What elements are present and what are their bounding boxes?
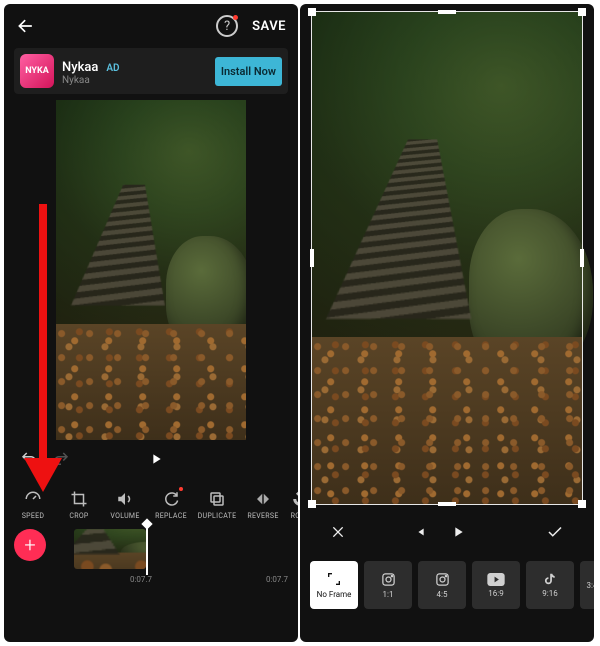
replace-icon: [161, 489, 181, 509]
redo-icon[interactable]: [52, 450, 70, 468]
youtube-icon: [487, 573, 505, 586]
undo-icon[interactable]: [20, 450, 38, 468]
ratio-label: 4:5: [437, 590, 448, 599]
ad-tag: AD: [106, 63, 119, 74]
ratio-label: 1:1: [383, 590, 394, 599]
ratio-3-4[interactable]: 3:4: [580, 561, 594, 609]
save-button[interactable]: SAVE: [252, 19, 286, 34]
ratio-label: No Frame: [317, 590, 352, 599]
close-icon[interactable]: [318, 524, 358, 540]
ad-banner[interactable]: NYKA Nykaa AD Nykaa Install Now: [14, 48, 288, 94]
tool-reverse[interactable]: REVERSE: [240, 489, 286, 520]
volume-icon: [115, 489, 135, 509]
expand-icon: [326, 571, 342, 587]
ratio-noframe[interactable]: No Frame: [310, 561, 358, 609]
help-icon[interactable]: ?: [216, 15, 238, 37]
tool-label: REVERSE: [247, 512, 278, 520]
instagram-icon: [381, 572, 396, 587]
play-icon[interactable]: [438, 524, 478, 540]
timeline-clip[interactable]: [74, 529, 146, 569]
tool-replace[interactable]: REPLACE: [148, 489, 194, 520]
prev-frame-icon[interactable]: [400, 525, 438, 539]
crop-controls: [300, 512, 594, 552]
timeline[interactable]: + 0:07.7 0:07.7: [4, 523, 298, 587]
ad-text: Nykaa AD Nykaa: [54, 56, 215, 86]
crop-handle-l[interactable]: [310, 249, 314, 267]
crop-handle-bl[interactable]: [308, 500, 316, 508]
play-icon[interactable]: [148, 451, 164, 467]
speedometer-icon: [23, 489, 43, 509]
tool-label: CROP: [69, 512, 88, 520]
crop-stage[interactable]: [312, 12, 582, 504]
ratio-label: 16:9: [488, 589, 503, 598]
tool-label: SPEED: [22, 512, 45, 520]
aspect-ratio-strip: No Frame 1:1 4:5 16:9 9:16 3:4: [300, 552, 594, 618]
tool-strip: SPEED CROP VOLUME REPLACE DUPLICATE REVE…: [4, 472, 298, 520]
tool-speed[interactable]: SPEED: [10, 489, 56, 520]
tool-label: REPLACE: [155, 512, 187, 520]
tool-crop[interactable]: CROP: [56, 489, 102, 520]
add-clip-button[interactable]: +: [14, 529, 46, 561]
ad-subtitle: Nykaa: [62, 75, 215, 86]
top-bar: ? SAVE: [4, 4, 298, 48]
confirm-icon[interactable]: [534, 523, 576, 541]
back-icon[interactable]: [16, 16, 36, 36]
ratio-9-16[interactable]: 9:16: [526, 561, 574, 609]
playback-row: [4, 440, 298, 472]
ratio-label: 9:16: [542, 589, 557, 598]
tool-duplicate[interactable]: DUPLICATE: [194, 489, 240, 520]
crop-handle-b[interactable]: [438, 502, 456, 506]
tool-rotate[interactable]: ROTA: [286, 489, 298, 520]
crop-icon: [69, 489, 89, 509]
timecode: 0:07.7: [130, 575, 152, 584]
reverse-icon: [253, 489, 273, 509]
rotate-icon: [290, 489, 298, 509]
ratio-1-1[interactable]: 1:1: [364, 561, 412, 609]
playhead[interactable]: [146, 523, 148, 575]
ad-app-icon: NYKA: [20, 54, 54, 88]
tool-label: DUPLICATE: [198, 512, 237, 520]
crop-handle-tl[interactable]: [308, 8, 316, 16]
editor-main-panel: ? SAVE NYKA Nykaa AD Nykaa Install Now: [4, 4, 298, 642]
crop-panel: No Frame 1:1 4:5 16:9 9:16 3:4: [300, 4, 594, 642]
ratio-16-9[interactable]: 16:9: [472, 561, 520, 609]
tiktok-icon: [543, 572, 557, 586]
tool-label: VOLUME: [110, 512, 139, 520]
duplicate-icon: [207, 489, 227, 509]
ad-title: Nykaa: [62, 60, 98, 75]
instagram-icon: [435, 572, 450, 587]
crop-handle-tr[interactable]: [578, 8, 586, 16]
tool-label: ROTA: [291, 512, 298, 520]
timecode-end: 0:07.7: [266, 575, 288, 584]
crop-frame[interactable]: [312, 12, 582, 504]
crop-handle-r[interactable]: [580, 249, 584, 267]
install-button[interactable]: Install Now: [215, 57, 282, 86]
ratio-label: 3:4: [587, 581, 594, 590]
tool-volume[interactable]: VOLUME: [102, 489, 148, 520]
ratio-4-5[interactable]: 4:5: [418, 561, 466, 609]
video-preview[interactable]: [56, 100, 246, 440]
crop-handle-t[interactable]: [438, 10, 456, 14]
crop-handle-br[interactable]: [578, 500, 586, 508]
preview-image: [56, 100, 246, 440]
